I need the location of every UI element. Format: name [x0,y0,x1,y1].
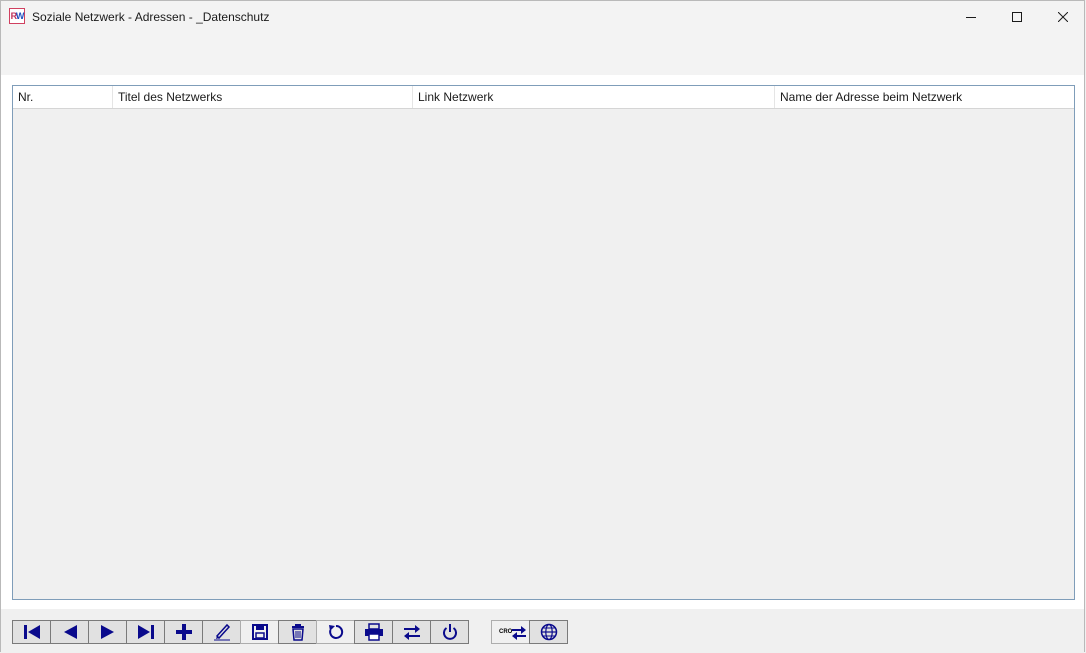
app-window: RW Soziale Netzwerk - Adressen - _Datens… [0,0,1085,652]
content-panel: Nr. Titel des Netzwerks Link Netzwerk Na… [1,75,1084,609]
record-toolbar [12,620,469,644]
cro-transfer-button[interactable]: CRO [491,620,530,644]
column-header-link[interactable]: Link Netzwerk [413,86,775,108]
previous-icon [63,625,77,639]
previous-record-button[interactable] [50,620,89,644]
next-record-button[interactable] [88,620,127,644]
maximize-icon [1012,11,1022,22]
edit-record-button[interactable] [202,620,241,644]
first-record-button[interactable] [12,620,51,644]
refresh-button[interactable] [316,620,355,644]
navigation-bar: CRO [1,609,1084,652]
first-icon [23,625,40,639]
maximize-button[interactable] [994,1,1040,32]
app-logo-icon: RW [9,8,25,24]
printer-icon [364,623,383,641]
refresh-icon [328,624,343,639]
extra-toolbar: CRO [491,620,568,644]
last-record-button[interactable] [126,620,165,644]
transfer-button[interactable] [392,620,431,644]
pencil-icon [213,623,230,641]
title-bar: RW Soziale Netzwerk - Adressen - _Datens… [1,1,1084,32]
plus-icon [175,624,192,640]
top-menu-area [1,32,1084,75]
column-header-address-name[interactable]: Name der Adresse beim Netzwerk [775,86,1074,108]
swap-arrows-icon [403,625,420,640]
close-icon [1058,11,1068,22]
minimize-button[interactable] [948,1,994,32]
next-icon [100,625,114,639]
floppy-icon [251,624,268,640]
window-title: Soziale Netzwerk - Adressen - _Datenschu… [32,10,270,24]
web-button[interactable] [529,620,568,644]
grid-header: Nr. Titel des Netzwerks Link Netzwerk Na… [13,86,1074,109]
power-button[interactable] [430,620,469,644]
last-icon [137,625,154,639]
add-record-button[interactable] [164,620,203,644]
save-record-button[interactable] [240,620,279,644]
column-header-nr[interactable]: Nr. [13,86,113,108]
power-icon [442,624,457,640]
print-button[interactable] [354,620,393,644]
cro-swap-icon [512,626,526,640]
column-header-title[interactable]: Titel des Netzwerks [113,86,413,108]
trash-icon [291,624,304,641]
globe-icon [540,623,557,641]
close-button[interactable] [1040,1,1086,32]
app-logo-letter-w: W [15,11,24,21]
data-grid[interactable]: Nr. Titel des Netzwerks Link Netzwerk Na… [12,85,1075,600]
delete-record-button[interactable] [278,620,317,644]
minimize-icon [966,16,976,18]
